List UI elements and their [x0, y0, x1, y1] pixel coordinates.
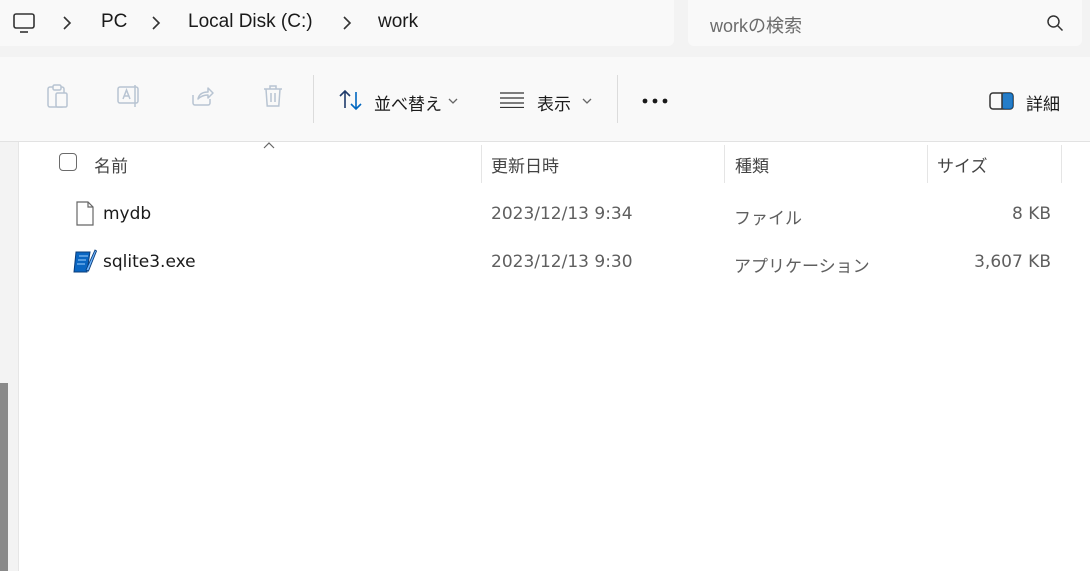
rename-icon[interactable]	[116, 83, 142, 109]
delete-icon[interactable]	[261, 83, 285, 109]
file-size: 3,607 KB	[974, 252, 1051, 272]
more-options-icon[interactable]	[641, 97, 669, 105]
breadcrumb-local-disk[interactable]: Local Disk (C:)	[188, 11, 313, 33]
column-header-name[interactable]: 名前	[94, 152, 128, 177]
chevron-down-icon[interactable]	[447, 96, 459, 106]
share-icon[interactable]	[189, 83, 215, 109]
column-divider[interactable]	[724, 145, 725, 183]
sort-ascending-icon	[263, 142, 275, 149]
chevron-right-icon[interactable]	[147, 14, 165, 32]
command-bar: 並べ替え 表示 詳細	[0, 57, 1090, 142]
column-divider[interactable]	[927, 145, 928, 183]
column-divider[interactable]	[1061, 145, 1062, 183]
file-icon	[76, 201, 94, 226]
computer-icon[interactable]	[12, 11, 36, 35]
file-type: ファイル	[734, 209, 802, 229]
file-size: 8 KB	[1011, 204, 1051, 224]
sort-icon[interactable]	[338, 88, 364, 112]
chevron-right-icon[interactable]	[338, 14, 356, 32]
select-all-checkbox[interactable]	[59, 153, 77, 171]
table-row[interactable]: sqlite3.exe 2023/12/13 9:30 アプリケーション 3,6…	[40, 240, 1070, 286]
search-input[interactable]: workの検索	[710, 12, 802, 38]
details-button[interactable]: 詳細	[1026, 90, 1060, 115]
chevron-down-icon[interactable]	[581, 96, 593, 106]
column-header-size[interactable]: サイズ	[937, 152, 988, 177]
chevron-right-icon[interactable]	[58, 14, 76, 32]
column-header-modified[interactable]: 更新日時	[491, 152, 559, 177]
column-header-type[interactable]: 種類	[735, 152, 769, 177]
view-button[interactable]: 表示	[537, 90, 571, 115]
file-modified: 2023/12/13 9:34	[491, 204, 633, 224]
view-icon[interactable]	[499, 92, 525, 108]
search-box[interactable]: workの検索	[688, 0, 1082, 46]
column-divider[interactable]	[481, 145, 482, 183]
table-row[interactable]: mydb 2023/12/13 9:34 ファイル 8 KB	[40, 192, 1070, 238]
address-bar[interactable]: PC Local Disk (C:) work	[0, 0, 674, 46]
file-modified: 2023/12/13 9:30	[491, 252, 633, 272]
breadcrumb-work[interactable]: work	[378, 11, 418, 33]
file-name[interactable]: sqlite3.exe	[103, 252, 196, 272]
file-type: アプリケーション	[734, 257, 870, 277]
sort-button[interactable]: 並べ替え	[374, 90, 442, 115]
breadcrumb-pc[interactable]: PC	[101, 11, 127, 33]
search-icon[interactable]	[1046, 14, 1064, 32]
file-name[interactable]: mydb	[103, 204, 151, 224]
scrollbar-thumb[interactable]	[0, 383, 8, 571]
exe-icon	[73, 249, 97, 273]
paste-icon[interactable]	[45, 83, 69, 109]
toolbar-separator	[617, 75, 618, 123]
details-pane-icon[interactable]	[989, 91, 1015, 111]
toolbar-separator	[313, 75, 314, 123]
